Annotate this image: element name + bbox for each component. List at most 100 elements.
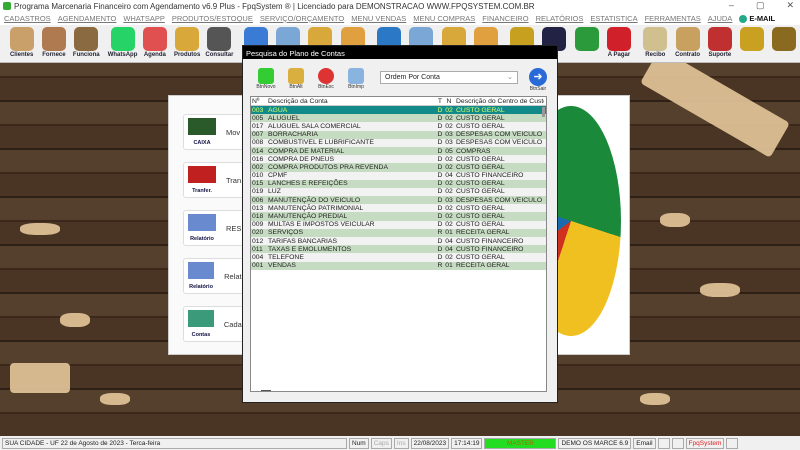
cell: LUZ bbox=[268, 188, 281, 196]
close-button[interactable]: ✕ bbox=[786, 0, 794, 11]
toolbar-button-fornece[interactable]: Fornece bbox=[38, 27, 69, 61]
printer-icon bbox=[348, 68, 364, 84]
cell: 017 bbox=[252, 122, 264, 130]
table-row[interactable]: 013 MANUTENÇÃO PATRIMONIAL D 02 CUSTO GERAL bbox=[251, 204, 546, 213]
table-row[interactable]: 020 SERVIÇOS R 01 RECEITA GERAL bbox=[251, 228, 546, 237]
menu-menuvendas[interactable]: MENU VENDAS bbox=[351, 14, 406, 23]
toolbar-icon bbox=[643, 27, 668, 51]
delete-icon bbox=[318, 68, 334, 84]
cell: CPMF bbox=[268, 172, 288, 180]
toolbar-button-whatsapp[interactable]: WhatsApp bbox=[107, 27, 138, 61]
cell: 04 bbox=[445, 245, 453, 253]
table-row[interactable]: 017 ALUGUEL SALA COMERCIAL D 02 CUSTO GERAL bbox=[251, 122, 546, 131]
toolbar-button-clientes[interactable]: Clientes bbox=[6, 27, 37, 61]
toolbar-button-produtos[interactable]: Produtos bbox=[171, 27, 202, 61]
table-row[interactable]: 009 MULTAS E IMPOSTOS VEICULAR D 02 CUSTO GE… bbox=[251, 220, 546, 229]
toolbar-button-recibo[interactable]: Recibo bbox=[640, 27, 671, 61]
cell: 015 bbox=[252, 180, 264, 188]
cell: CUSTO FINANCEIRO bbox=[456, 245, 524, 253]
toolbar-button-funciona[interactable]: Funciona bbox=[71, 27, 102, 61]
toolbar-button-suporte[interactable]: Suporte bbox=[704, 27, 735, 61]
table-row[interactable]: 014 COMPRA DE MATERIAL D 05 COMPRAS bbox=[251, 146, 546, 156]
table-row[interactable]: 004 TELEFONE D 02 CUSTO GERAL bbox=[251, 253, 546, 262]
cell: MULTAS E IMPOSTOS VEICULAR bbox=[268, 221, 375, 229]
toolbar-button-22[interactable] bbox=[737, 27, 768, 61]
delete-button[interactable]: BtnExc bbox=[313, 68, 339, 92]
table-row[interactable]: 008 COMBUSTIVEL E LUBRIFICANTE D 03 DESPESAS… bbox=[251, 138, 546, 147]
table-row[interactable]: 001 VENDAS R 01 RECEITA GERAL bbox=[251, 261, 546, 270]
cell: CUSTO GERAL bbox=[456, 122, 505, 130]
table-row[interactable]: 019 LUZ D 02 CUSTO GERAL bbox=[251, 187, 546, 197]
table-row[interactable]: 018 MANUTENÇÃO PREDIAL D 02 CUSTO GERAL bbox=[251, 212, 546, 221]
table-row[interactable]: 012 TARIFAS BANCARIAS D 04 CUSTO FINANCEIRO bbox=[251, 237, 546, 246]
toolbar-button-contrato[interactable]: Contrato bbox=[672, 27, 703, 61]
brand-link[interactable]: FpqSystem bbox=[685, 437, 725, 449]
menu-ferramentas[interactable]: FERRAMENTAS bbox=[645, 14, 701, 23]
table-row[interactable]: 016 COMPRA DE PNEUS D 02 CUSTO GERAL bbox=[251, 155, 546, 164]
menu-agendamento[interactable]: AGENDAMENTO bbox=[58, 14, 117, 23]
col-description[interactable]: Descrição da Conta bbox=[265, 98, 436, 105]
exit-button[interactable]: ➜ BtnSair bbox=[525, 68, 551, 92]
cell: D bbox=[437, 155, 443, 163]
cell: COMPRA DE PNEUS bbox=[268, 155, 335, 163]
table-row[interactable]: 015 LANCHES E REFEIÇÕES D 02 CUSTO GERAL bbox=[251, 179, 546, 188]
toolbar-button-a-pagar[interactable]: A Pagar bbox=[603, 27, 634, 61]
table-row[interactable]: 003 AGUA D 02 CUSTO GERAL bbox=[251, 106, 546, 115]
menu-cadastros[interactable]: CADASTROS bbox=[4, 14, 51, 23]
menu-financeiro[interactable]: FINANCEIRO bbox=[482, 14, 528, 23]
menu-ajuda[interactable]: AJUDA bbox=[708, 14, 733, 23]
col-cost-num[interactable]: N bbox=[444, 98, 454, 105]
table-row[interactable]: 005 ALUGUEL D 02 CUSTO GERAL bbox=[251, 114, 546, 123]
scrollbar[interactable] bbox=[542, 107, 545, 117]
table-row[interactable]: 006 MANUTENÇÃO DO VEICULO D 03 DESPESAS COM … bbox=[251, 196, 546, 205]
cell: TELEFONE bbox=[268, 253, 304, 261]
calculator-icon[interactable] bbox=[671, 437, 684, 449]
toolbar-icon bbox=[740, 27, 765, 51]
toolbar-button-23[interactable] bbox=[769, 27, 800, 61]
minimize-button[interactable]: – bbox=[729, 0, 734, 11]
table-row[interactable]: 007 BORRACHARIA D 03 DESPESAS COM VEICULO bbox=[251, 130, 546, 139]
edit-button[interactable]: BtnAlt bbox=[283, 68, 309, 92]
cell: MANUTENÇÃO DO VEICULO bbox=[268, 196, 361, 204]
toolbar-label: Suporte bbox=[708, 52, 732, 58]
cell: RECEITA GERAL bbox=[456, 262, 510, 270]
toolbar-label: Contrato bbox=[675, 52, 701, 58]
shortcut-icon: CAIXA bbox=[188, 118, 216, 146]
cell: 020 bbox=[252, 229, 264, 237]
new-button[interactable]: BtnNovo bbox=[253, 68, 279, 92]
menu-produtosestoque[interactable]: PRODUTOS/ESTOQUE bbox=[172, 14, 253, 23]
col-type[interactable]: T bbox=[436, 98, 444, 105]
menu-estatistica[interactable]: ESTATISTICA bbox=[590, 14, 637, 23]
menu-serviooramento[interactable]: SERVIÇO/ORÇAMENTO bbox=[260, 14, 344, 23]
table-row[interactable]: 010 CPMF D 04 CUSTO FINANCEIRO bbox=[251, 171, 546, 180]
table-row[interactable]: 011 TAXAS E EMOLUMENTOS D 04 CUSTO FINANCEIR… bbox=[251, 245, 546, 254]
maximize-button[interactable]: ▢ bbox=[756, 0, 765, 11]
printer-icon[interactable] bbox=[657, 437, 670, 449]
cell: D bbox=[437, 172, 443, 180]
menu-email[interactable]: E-MAIL bbox=[739, 14, 775, 23]
table-row[interactable]: 002 COMPRA PRODUTOS PRA REVENDA D 02 CUSTO G… bbox=[251, 163, 546, 172]
plano-de-contas-dialog: Pesquisa do Plano de Contas BtnNovo BtnA… bbox=[242, 45, 558, 403]
col-num[interactable]: Nº bbox=[251, 98, 265, 105]
toolbar-icon bbox=[41, 27, 66, 51]
email-button[interactable]: Email bbox=[633, 437, 656, 449]
cell: 02 bbox=[445, 114, 453, 122]
toolbar-button-consultar[interactable]: Consultar bbox=[204, 27, 235, 61]
shortcut-panel: CAIXA Mov Tranfer. Tran Relatório RES Relatóri… bbox=[168, 95, 253, 355]
col-cost-center[interactable]: Descrição do Centro de Custo bbox=[454, 98, 544, 105]
cell: D bbox=[437, 139, 443, 147]
toolbar-button-agenda[interactable]: Agenda bbox=[139, 27, 170, 61]
print-button[interactable]: BtnImp bbox=[343, 68, 369, 92]
toolbar-label: Clientes bbox=[9, 52, 34, 58]
order-select[interactable]: Ordem Por Conta ⌄ bbox=[380, 71, 518, 84]
cell: 02 bbox=[445, 253, 453, 261]
toolbar-button-17[interactable] bbox=[571, 27, 602, 61]
shortcut-label: Tran bbox=[226, 175, 242, 185]
menu-whatsapp[interactable]: WHATSAPP bbox=[123, 14, 165, 23]
toolbar-icon bbox=[675, 27, 700, 51]
menu-menucompras[interactable]: MENU COMPRAS bbox=[413, 14, 475, 23]
info-icon[interactable] bbox=[726, 437, 739, 449]
cell: RECEITA GERAL bbox=[456, 229, 510, 237]
menu-relatrios[interactable]: RELATÓRIOS bbox=[536, 14, 584, 23]
shortcut-icon-text: Relatório bbox=[189, 284, 213, 290]
